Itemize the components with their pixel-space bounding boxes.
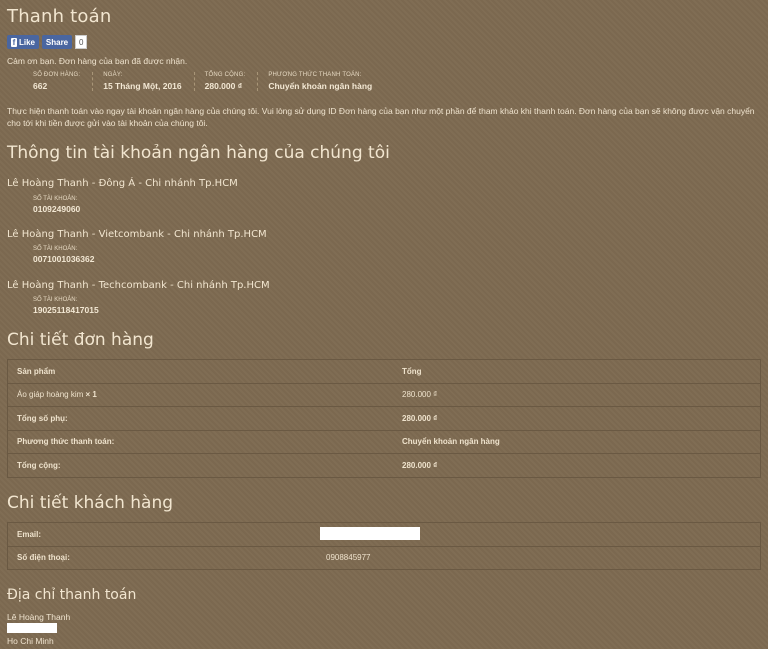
overview-value: 15 Tháng Một, 2016 xyxy=(103,81,182,91)
order-item-cell: Áo giáp hoàng kim × 1 xyxy=(7,382,393,407)
email-label: Email: xyxy=(7,522,317,546)
page-title: Thanh toán xyxy=(7,6,112,27)
overview-payment-method: Phương thức thanh toán: Chuyển khoản ngâ… xyxy=(268,72,384,91)
order-details-heading: Chi tiết đơn hàng xyxy=(7,330,154,350)
payment-instructions: Thực hiện thanh toán vào ngay tài khoản … xyxy=(7,106,755,128)
phone-label: Số điện thoại: xyxy=(7,545,317,570)
overview-label: Ngày: xyxy=(103,72,123,78)
share-label: Share xyxy=(45,37,69,47)
customer-details-heading: Chi tiết khách hàng xyxy=(7,493,174,513)
bank-account-name: Lê Hoàng Thanh - Vietcombank - Chi nhánh… xyxy=(7,229,267,240)
table-row: Tổng số phụ: 280.000 ₫ xyxy=(7,406,761,430)
account-number-label: Số tài khoản: xyxy=(33,246,78,252)
table-row: Phương thức thanh toán: Chuyển khoản ngâ… xyxy=(7,429,761,454)
subtotal-label: Tổng số phụ: xyxy=(7,406,393,430)
phone-value: 0908845977 xyxy=(317,545,761,570)
bank-details-heading: Thông tin tài khoản ngân hàng của chúng … xyxy=(7,143,390,163)
product-link[interactable]: Áo giáp hoàng kim xyxy=(17,390,83,399)
overview-value: 662 xyxy=(33,81,48,91)
payment-method-value: Chuyển khoản ngân hàng xyxy=(393,429,761,454)
table-header-row: Sản phẩm Tổng xyxy=(7,359,761,383)
overview-label: Phương thức thanh toán: xyxy=(268,72,362,78)
column-header-total: Tổng xyxy=(393,359,761,383)
redacted-address-block xyxy=(7,623,57,633)
product-quantity: × 1 xyxy=(85,390,97,400)
bank-account-name: Lê Hoàng Thanh - Techcombank - Chi nhánh… xyxy=(7,280,270,291)
payment-method-label: Phương thức thanh toán: xyxy=(7,429,393,454)
column-header-product: Sản phẩm xyxy=(7,359,393,383)
table-row: Áo giáp hoàng kim × 1 280.000 ₫ xyxy=(7,382,761,407)
account-number: 0071001036362 xyxy=(33,254,95,264)
account-number-label: Số tài khoản: xyxy=(33,196,78,202)
grand-total-label: Tổng cộng: xyxy=(7,453,393,477)
overview-label: Số đơn hàng: xyxy=(33,72,81,78)
overview-value: 280.000 ₫ xyxy=(204,81,243,91)
bank-account-name: Lê Hoàng Thanh - Đông Á - Chi nhánh Tp.H… xyxy=(7,178,238,189)
redacted-email-block xyxy=(320,527,420,540)
like-label: Like xyxy=(18,37,35,47)
billing-name: Lê Hoàng Thanh xyxy=(7,612,71,622)
facebook-like-button[interactable]: f Like xyxy=(7,35,39,49)
item-total: 280.000 ₫ xyxy=(393,382,761,407)
billing-address-heading: Địa chỉ thanh toán xyxy=(7,587,137,603)
overview-label: Tổng cộng: xyxy=(204,72,246,78)
account-number: 0109249060 xyxy=(33,204,81,214)
order-details-table: Sản phẩm Tổng Áo giáp hoàng kim × 1 280.… xyxy=(7,359,761,478)
billing-city: Ho Chi Minh xyxy=(7,636,54,646)
table-row: Tổng cộng: 280.000 ₫ xyxy=(7,453,761,477)
table-row: Số điện thoại: 0908845977 xyxy=(7,545,761,570)
overview-value: Chuyển khoản ngân hàng xyxy=(268,81,373,91)
facebook-share-button[interactable]: Share xyxy=(42,35,72,49)
grand-total-value: 280.000 ₫ xyxy=(393,453,761,477)
account-number-label: Số tài khoản: xyxy=(33,297,78,303)
account-number: 19025118417015 xyxy=(33,305,99,315)
share-count: 0 xyxy=(75,35,88,49)
facebook-icon: f xyxy=(11,37,17,47)
overview-total: Tổng cộng: 280.000 ₫ xyxy=(205,72,259,91)
overview-date: Ngày: 15 Tháng Một, 2016 xyxy=(103,72,195,91)
social-buttons: f Like Share 0 xyxy=(7,35,88,49)
overview-order-number: Số đơn hàng: 662 xyxy=(33,72,94,91)
subtotal-value: 280.000 ₫ xyxy=(393,406,761,430)
order-overview: Số đơn hàng: 662 Ngày: 15 Tháng Một, 201… xyxy=(33,72,394,91)
thank-you-message: Cảm ơn bạn. Đơn hàng của bạn đã được nhậ… xyxy=(7,56,188,66)
